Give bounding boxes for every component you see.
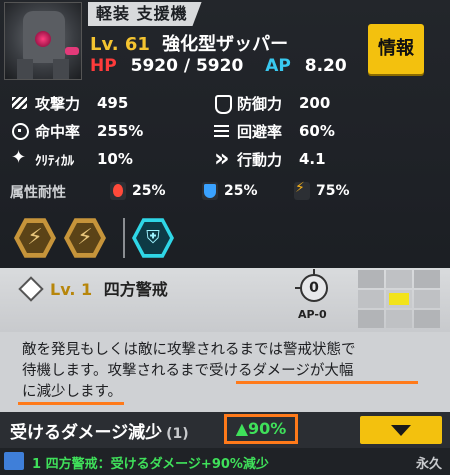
skill-slot-2[interactable]: ⚡ xyxy=(64,218,106,258)
buff-icon xyxy=(4,452,24,470)
stat-critical-value: 10% xyxy=(97,150,133,168)
resistance-fire: 25% xyxy=(110,182,166,200)
skill-separator xyxy=(123,218,125,258)
range-cell xyxy=(358,310,384,328)
selected-skill-name: 四方警戒 xyxy=(103,280,168,299)
ap-value: 8.20 xyxy=(304,56,347,76)
portrait-eye xyxy=(35,31,51,47)
portrait-leg-left xyxy=(17,59,33,79)
unit-portrait xyxy=(4,2,82,80)
stat-defense: 防御力 200 xyxy=(212,92,330,114)
range-cell xyxy=(414,310,440,328)
stat-action-label: 行動力 xyxy=(237,150,283,169)
stat-accuracy-label: 命中率 xyxy=(35,122,81,141)
ap-cost-icon: 0 xyxy=(295,269,328,302)
description-line-1: 敵を発見もしくは敵に攻撃されるまでは警戒状態で xyxy=(22,342,356,358)
description-line-2: 待機します。攻撃されるまで受けるダメージが大幅 xyxy=(22,363,354,379)
effect-bar: 受けるダメージ減少 (1) ▲90% xyxy=(0,412,450,448)
range-cell xyxy=(414,290,440,308)
range-cell xyxy=(358,270,384,288)
crosshair-icon xyxy=(10,122,30,140)
range-cell xyxy=(414,270,440,288)
stat-attack-value: 495 xyxy=(97,94,129,112)
hp-label: HP xyxy=(90,56,117,76)
stat-action-value: 4.1 xyxy=(299,150,326,168)
highlight-underline xyxy=(236,381,418,384)
buff-duration: 永久 xyxy=(416,457,443,472)
unit-name: 強化型ザッパー xyxy=(162,34,289,55)
shield-icon xyxy=(212,94,232,114)
effect-dropdown-button[interactable] xyxy=(360,416,442,444)
hp-value: 5920 / 5920 xyxy=(130,56,244,76)
skill-range-grid xyxy=(358,270,442,330)
effect-percent: ▲90% xyxy=(224,414,298,444)
resistance-ice: 25% xyxy=(202,182,258,200)
range-cell xyxy=(358,290,384,308)
effect-name: 受けるダメージ減少 (1) xyxy=(10,418,189,443)
shield-icon: ⛨ xyxy=(136,222,170,254)
stat-accuracy-value: 255% xyxy=(97,122,144,140)
selected-skill-level: Lv. 1 xyxy=(50,280,93,299)
description-line-3: に減少します。 xyxy=(22,384,123,400)
skill-description: 敵を発見もしくは敵に攻撃されるまでは警戒状態で 待機します。攻撃されるまで受ける… xyxy=(0,332,450,412)
lightning-icon xyxy=(294,180,310,200)
unit-class-tag: 軽装 支援機 xyxy=(88,2,202,26)
stat-attack: 攻撃力 495 xyxy=(10,92,128,114)
range-cell xyxy=(386,270,412,288)
resistance-ice-value: 25% xyxy=(224,183,258,199)
skill-slot-1[interactable]: ⚡ xyxy=(14,218,56,258)
info-button[interactable]: 情報 xyxy=(368,24,424,74)
speed-icon xyxy=(212,144,232,172)
stat-action: 行動力 4.1 xyxy=(212,144,326,172)
ap-label: AP xyxy=(265,56,291,76)
buff-text: 1 四方警戒：受けるダメージ+90%減少 xyxy=(32,457,269,472)
stat-critical: ｸﾘﾃｨｶﾙ 10% xyxy=(10,147,133,170)
lightning-icon: ⚡ xyxy=(69,222,101,254)
buff-line: 1 四方警戒：受けるダメージ+90%減少 永久 xyxy=(0,448,450,475)
resistance-label: 属性耐性 xyxy=(10,185,66,201)
resistance-electric: 75% xyxy=(294,180,350,200)
evasion-icon xyxy=(212,122,232,140)
selected-skill-title: Lv. 1 四方警戒 xyxy=(50,276,168,300)
attack-icon xyxy=(10,94,30,112)
stat-defense-label: 防御力 xyxy=(237,94,283,113)
portrait-arm xyxy=(65,47,79,55)
skill-slot-3-selected[interactable]: ⛨ xyxy=(132,218,174,258)
stat-attack-label: 攻撃力 xyxy=(35,94,81,113)
stat-accuracy: 命中率 255% xyxy=(10,120,143,142)
resistance-fire-value: 25% xyxy=(132,183,166,199)
diamond-icon xyxy=(18,276,44,302)
lightning-icon: ⚡ xyxy=(19,222,51,254)
highlight-underline xyxy=(18,402,124,405)
stat-critical-label: ｸﾘﾃｨｶﾙ xyxy=(35,153,74,169)
description-text: 敵を発見もしくは敵に攻撃されるまでは警戒状態で 待機します。攻撃されるまで受ける… xyxy=(22,340,430,403)
unit-level-name: Lv. 61 強化型ザッパー xyxy=(90,30,288,56)
ap-cost-label: AP-0 xyxy=(298,308,327,321)
fire-icon xyxy=(110,182,126,200)
stat-defense-value: 200 xyxy=(299,94,331,112)
sparkle-icon xyxy=(10,147,30,168)
unit-hp-ap: HP 5920 / 5920 AP 8.20 xyxy=(90,56,347,76)
unit-level: Lv. 61 xyxy=(90,34,150,55)
resistance-electric-value: 75% xyxy=(316,183,350,199)
stat-evasion-value: 60% xyxy=(299,122,335,140)
range-cell-active xyxy=(386,290,412,308)
stat-evasion: 回避率 60% xyxy=(212,120,335,142)
ice-shield-icon xyxy=(202,182,218,200)
selected-skill-bar: Lv. 1 四方警戒 0 AP-0 xyxy=(0,268,450,332)
stat-evasion-label: 回避率 xyxy=(237,122,283,141)
effect-name-text: 受けるダメージ減少 xyxy=(10,423,163,443)
effect-count: (1) xyxy=(166,426,189,442)
range-cell xyxy=(386,310,412,328)
unit-detail-panel: 軽装 支援機 Lv. 61 強化型ザッパー HP 5920 / 5920 AP … xyxy=(0,0,450,475)
portrait-leg-right xyxy=(53,59,69,79)
